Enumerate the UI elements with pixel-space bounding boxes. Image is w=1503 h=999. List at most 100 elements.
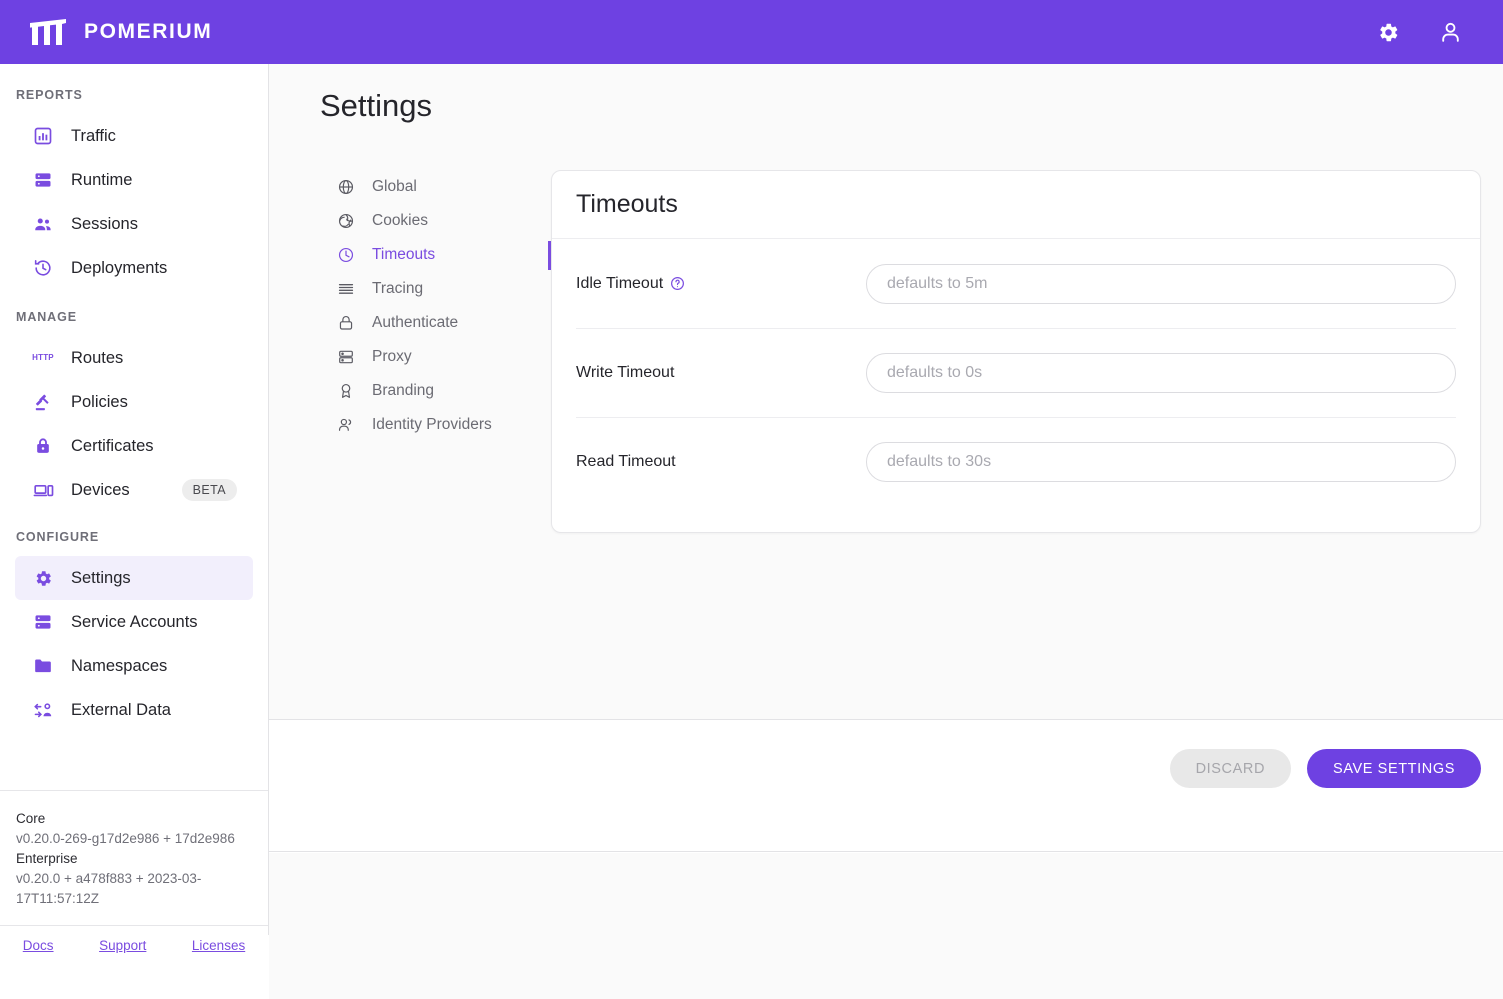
sidebar-item-label: Devices	[71, 481, 130, 500]
settings-nav-item-branding[interactable]: Branding	[320, 374, 525, 408]
settings-nav-label: Global	[372, 178, 417, 196]
sidebar-item-label: Certificates	[71, 437, 154, 456]
server-icon	[32, 611, 54, 633]
docs-link[interactable]: Docs	[23, 938, 54, 953]
timeouts-card: Timeouts Idle Timeout	[551, 170, 1481, 533]
sidebar-nav: REPORTS Traffic Runtime	[0, 64, 268, 790]
settings-nav-item-timeouts[interactable]: Timeouts	[320, 238, 525, 272]
sidebar-item-runtime[interactable]: Runtime	[15, 158, 253, 202]
write-timeout-input[interactable]	[866, 353, 1456, 393]
sidebar-item-devices[interactable]: Devices BETA	[15, 468, 253, 512]
sidebar-item-certificates[interactable]: Certificates	[15, 424, 253, 468]
gear-icon[interactable]	[1375, 19, 1401, 45]
sidebar-item-label: Deployments	[71, 259, 167, 278]
settings-nav-item-global[interactable]: Global	[320, 170, 525, 204]
support-link[interactable]: Support	[99, 938, 146, 953]
lines-icon	[336, 279, 356, 299]
settings-nav-item-authenticate[interactable]: Authenticate	[320, 306, 525, 340]
external-data-icon	[32, 699, 54, 721]
clock-icon	[336, 245, 356, 265]
sidebar-item-label: Policies	[71, 393, 128, 412]
page-title: Settings	[320, 88, 1503, 124]
field-row-write-timeout: Write Timeout	[576, 328, 1456, 417]
sidebar-item-external-data[interactable]: External Data	[15, 688, 253, 732]
brand[interactable]: POMERIUM	[28, 18, 212, 46]
gavel-icon	[32, 391, 54, 413]
content-area: Settings Global	[269, 64, 1503, 720]
server-icon	[336, 347, 356, 367]
sidebar-item-traffic[interactable]: Traffic	[15, 114, 253, 158]
discard-button[interactable]: DISCARD	[1170, 749, 1291, 788]
lock-icon	[32, 435, 54, 457]
pomerium-bridge-logo-icon	[28, 18, 68, 46]
settings-nav-label: Proxy	[372, 348, 412, 366]
content-body: Global Cookies	[269, 170, 1503, 533]
sidebar-section-title: MANAGE	[0, 310, 268, 324]
card-title: Timeouts	[576, 190, 678, 219]
sidebar-item-routes[interactable]: HTTP Routes	[15, 336, 253, 380]
settings-nav-label: Timeouts	[372, 246, 435, 264]
field-row-idle-timeout: Idle Timeout	[576, 239, 1456, 328]
sidebar-footer: Core v0.20.0-269-g17d2e986 + 17d2e986 En…	[0, 790, 268, 965]
settings-nav: Global Cookies	[320, 170, 525, 533]
card-header: Timeouts	[552, 171, 1480, 239]
sidebar-item-service-accounts[interactable]: Service Accounts	[15, 600, 253, 644]
help-circle-icon[interactable]	[670, 276, 685, 291]
read-timeout-input[interactable]	[866, 442, 1456, 482]
core-version: v0.20.0-269-g17d2e986 + 17d2e986	[16, 829, 252, 849]
bar-chart-icon	[32, 125, 54, 147]
sidebar-section-reports: REPORTS Traffic Runtime	[0, 88, 268, 290]
sidebar-item-namespaces[interactable]: Namespaces	[15, 644, 253, 688]
active-indicator	[548, 241, 551, 270]
sidebar-item-settings[interactable]: Settings	[15, 556, 253, 600]
gear-icon	[32, 567, 54, 589]
sidebar-item-label: Settings	[71, 569, 131, 588]
top-bar-actions	[1375, 19, 1463, 45]
sidebar-item-sessions[interactable]: Sessions	[15, 202, 253, 246]
settings-nav-label: Cookies	[372, 212, 428, 230]
sidebar-item-label: External Data	[71, 701, 171, 720]
sidebar-section-title: CONFIGURE	[0, 530, 268, 544]
main-area: Settings Global	[269, 64, 1503, 935]
people-icon	[32, 213, 54, 235]
settings-nav-label: Branding	[372, 382, 434, 400]
field-label-wrap: Read Timeout	[576, 453, 866, 471]
cookie-icon	[336, 211, 356, 231]
users-icon	[336, 415, 356, 435]
save-settings-button[interactable]: SAVE SETTINGS	[1307, 749, 1481, 788]
lock-icon	[336, 313, 356, 333]
devices-icon	[32, 479, 54, 501]
sidebar-section-configure: CONFIGURE Settings Service Accounts	[0, 530, 268, 732]
folder-icon	[32, 655, 54, 677]
card-body: Idle Timeout	[552, 239, 1480, 506]
footer-links: Docs Support Licenses	[0, 925, 268, 965]
settings-nav-item-identity-providers[interactable]: Identity Providers	[320, 408, 525, 442]
field-label: Write Timeout	[576, 364, 674, 382]
top-bar: POMERIUM	[0, 0, 1503, 64]
globe-icon	[336, 177, 356, 197]
sidebar-item-deployments[interactable]: Deployments	[15, 246, 253, 290]
sidebar-item-label: Namespaces	[71, 657, 167, 676]
bottom-filler	[269, 853, 1503, 999]
sidebar-item-label: Service Accounts	[71, 613, 198, 632]
field-label-wrap: Idle Timeout	[576, 275, 866, 293]
enterprise-version: v0.20.0 + a478f883 + 2023-03-17T11:57:12…	[16, 869, 252, 909]
settings-nav-item-tracing[interactable]: Tracing	[320, 272, 525, 306]
brand-name: POMERIUM	[84, 20, 212, 44]
settings-nav-item-cookies[interactable]: Cookies	[320, 204, 525, 238]
idle-timeout-input[interactable]	[866, 264, 1456, 304]
settings-nav-label: Identity Providers	[372, 416, 492, 434]
sidebar-item-policies[interactable]: Policies	[15, 380, 253, 424]
http-icon: HTTP	[32, 347, 54, 369]
sidebar-item-label: Routes	[71, 349, 123, 368]
settings-nav-item-proxy[interactable]: Proxy	[320, 340, 525, 374]
award-ribbon-icon	[336, 381, 356, 401]
core-label: Core	[16, 809, 252, 829]
sidebar-item-label: Runtime	[71, 171, 132, 190]
account-person-icon[interactable]	[1437, 19, 1463, 45]
sidebar: REPORTS Traffic Runtime	[0, 64, 269, 935]
field-label-wrap: Write Timeout	[576, 364, 866, 382]
licenses-link[interactable]: Licenses	[192, 938, 245, 953]
field-label: Idle Timeout	[576, 275, 663, 293]
enterprise-label: Enterprise	[16, 849, 252, 869]
